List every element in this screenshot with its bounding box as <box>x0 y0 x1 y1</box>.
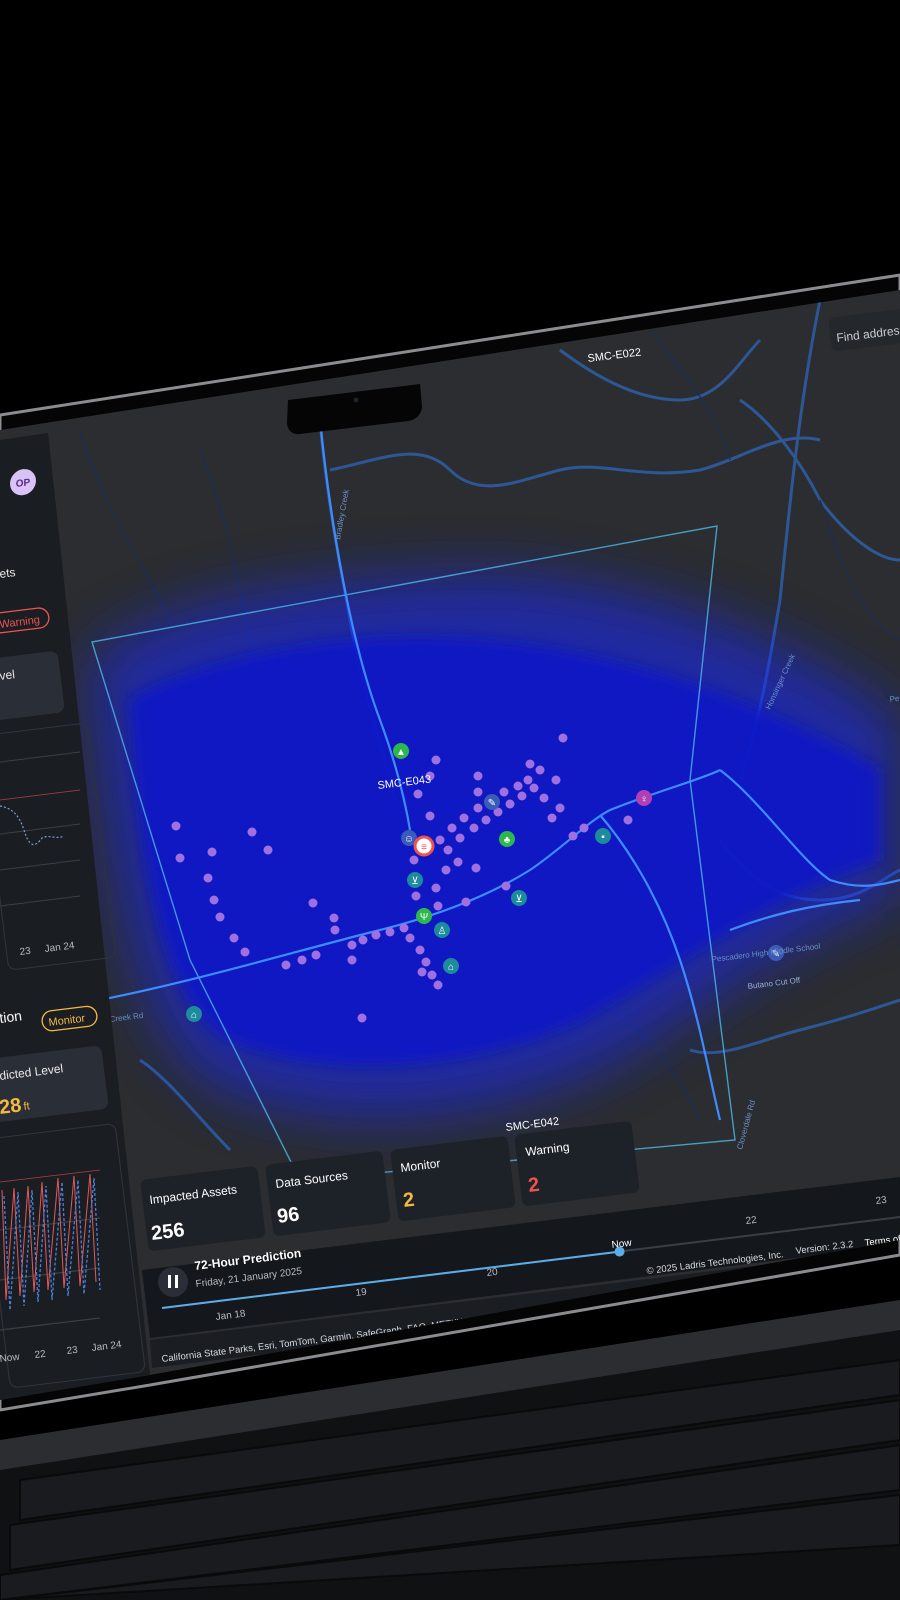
cart-icon[interactable]: ⊻ <box>511 890 527 906</box>
plant-icon[interactable]: ♣ <box>499 831 515 847</box>
school-icon[interactable]: ✎ <box>484 794 500 810</box>
timeline-tick: 19 <box>355 1287 368 1299</box>
svg-text:≡: ≡ <box>421 842 427 853</box>
svg-text:☺: ☺ <box>404 834 414 845</box>
section-title: ets <box>0 565 16 581</box>
wine-icon[interactable]: ♀ <box>636 790 652 806</box>
selected-station-icon[interactable]: ≡ <box>413 835 435 857</box>
svg-text:♀: ♀ <box>640 794 648 805</box>
user-initials: OP <box>16 477 31 490</box>
bank-icon[interactable]: ⌂ <box>443 958 459 974</box>
chart-tick: 23 <box>19 946 32 958</box>
svg-text:▪: ▪ <box>601 832 605 843</box>
shop-icon[interactable]: ▪ <box>595 828 611 844</box>
timeline-tick: 22 <box>745 1215 758 1227</box>
svg-text:▲: ▲ <box>396 747 406 758</box>
predicted-level-value: 28 <box>0 1094 23 1119</box>
timeline-tick: 23 <box>875 1195 888 1207</box>
worker-icon[interactable]: ♙ <box>434 922 450 938</box>
svg-text:⌂: ⌂ <box>191 1010 197 1021</box>
pause-icon <box>168 1275 171 1288</box>
pause-icon-bar <box>175 1275 178 1288</box>
bank-icon[interactable]: ⌂ <box>186 1006 202 1022</box>
camera-lens <box>353 397 359 403</box>
svg-text:⊻: ⊻ <box>411 876 418 887</box>
svg-text:♙: ♙ <box>438 926 447 937</box>
svg-text:⊻: ⊻ <box>515 894 522 905</box>
road-label: Pe <box>889 694 900 704</box>
section-title: tion <box>0 1007 23 1026</box>
chart-tick: 22 <box>34 1349 47 1361</box>
svg-text:♣: ♣ <box>504 835 511 846</box>
tree-icon[interactable]: ▲ <box>393 743 409 759</box>
svg-text:Ψ: Ψ <box>420 912 428 923</box>
pause-button[interactable] <box>158 1267 188 1297</box>
level-card <box>0 651 65 721</box>
timeline-tick: 20 <box>486 1267 499 1279</box>
svg-text:⌂: ⌂ <box>448 962 454 973</box>
stat-value: 96 <box>276 1203 301 1228</box>
restaurant-icon[interactable]: Ψ <box>416 908 432 924</box>
cart-icon[interactable]: ⊻ <box>407 872 423 888</box>
level-label: vel <box>0 667 16 683</box>
chart-tick: 23 <box>66 1345 79 1357</box>
svg-text:✎: ✎ <box>488 798 496 809</box>
stat-value: 256 <box>150 1219 186 1245</box>
